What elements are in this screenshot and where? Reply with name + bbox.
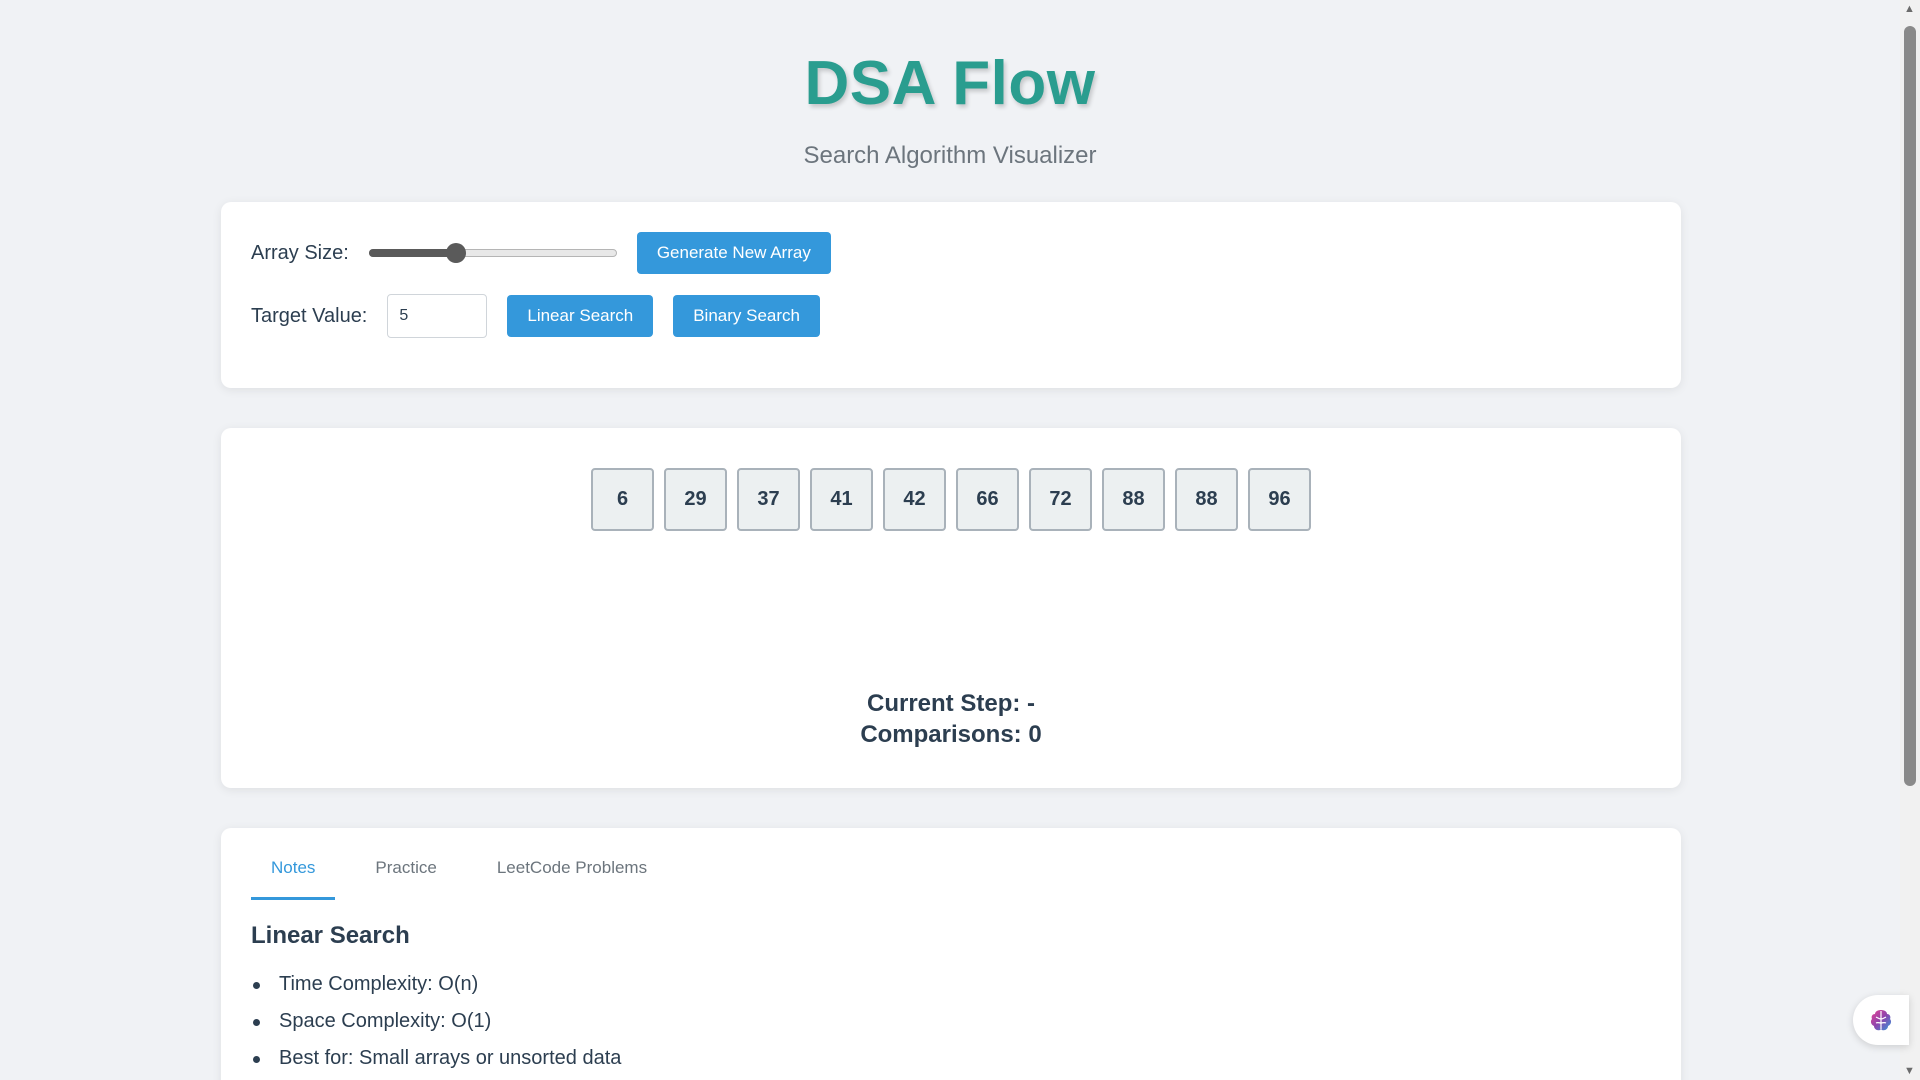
tab-practice[interactable]: Practice [355,850,456,900]
header: DSA Flow Search Algorithm Visualizer [0,0,1900,170]
linear-search-button[interactable]: Linear Search [507,295,654,337]
scrollbar-thumb[interactable] [1904,26,1916,786]
app-subtitle: Search Algorithm Visualizer [803,142,1097,169]
array-cell: 66 [956,468,1019,531]
notes-panel: Notes Practice LeetCode Problems Linear Se… [221,828,1681,1080]
notes-title: Linear Search [251,922,410,949]
notes-list: Time Complexity: O(n) Space Complexity: O… [251,966,1651,1077]
slider-fill [368,249,456,257]
array-cell: 41 [810,468,873,531]
target-value-input[interactable] [387,294,488,338]
controls-panel: Array Size: Generate New Array Target Va… [221,202,1681,388]
assistant-widget-button[interactable] [1853,995,1909,1045]
brain-icon [1870,1010,1892,1031]
array-cell: 42 [883,468,946,531]
list-item: Space Complexity: O(1) [251,1003,1651,1040]
array-cell: 88 [1102,468,1165,531]
slider-thumb[interactable] [445,243,466,263]
array-container: 6 29 37 41 42 66 72 88 88 96 [221,468,1681,531]
array-cell: 29 [664,468,727,531]
tab-leetcode-problems[interactable]: LeetCode Problems [477,850,667,900]
array-cell: 37 [737,468,800,531]
current-step: Current Step: - [867,690,1035,717]
array-size-row: Array Size: Generate New Array [251,232,1651,274]
generate-array-button[interactable]: Generate New Array [636,232,831,274]
binary-search-button[interactable]: Binary Search [673,295,820,337]
array-cell: 88 [1175,468,1238,531]
visualization-panel: 6 29 37 41 42 66 72 88 88 96 Current Step: - Comp… [221,428,1681,788]
array-cell: 72 [1029,468,1092,531]
search-stats: Current Step: - Comparisons: 0 [221,688,1681,750]
target-value-label: Target Value: [251,304,368,327]
target-row: Target Value: Linear Search Binary Searc… [251,294,1651,338]
vertical-scrollbar[interactable]: ▲ ▼ [1900,0,1920,1080]
app-title: DSA Flow [804,49,1096,118]
scroll-down-arrow-icon[interactable]: ▼ [1904,1065,1915,1077]
array-cell: 96 [1248,468,1311,531]
array-size-slider[interactable] [368,241,617,265]
scroll-up-arrow-icon[interactable]: ▲ [1904,3,1915,15]
list-item: Time Complexity: O(n) [251,966,1651,1003]
tab-notes[interactable]: Notes [251,850,336,900]
comparisons-count: Comparisons: 0 [860,721,1042,748]
array-size-label: Array Size: [251,241,349,264]
list-item: Best for: Small arrays or unsorted data [251,1040,1651,1077]
page: DSA Flow Search Algorithm Visualizer Arr… [0,0,1900,1080]
tab-bar: Notes Practice LeetCode Problems [251,850,1651,900]
array-cell: 6 [591,468,654,531]
